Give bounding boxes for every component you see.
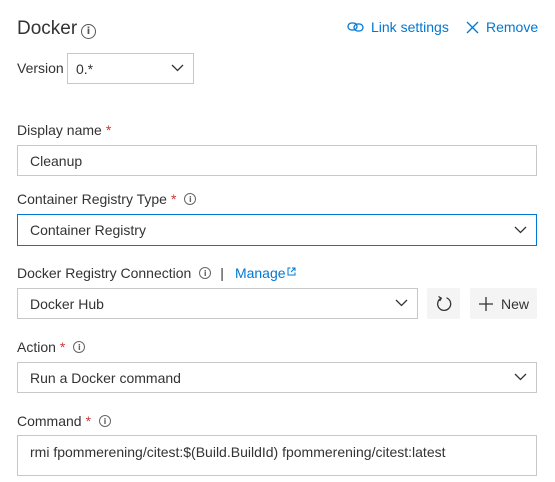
info-icon[interactable]: i xyxy=(199,267,212,279)
link-settings-label: Link settings xyxy=(371,19,449,35)
refresh-icon xyxy=(436,295,451,311)
display-name-input[interactable]: Cleanup xyxy=(17,145,537,176)
registry-connection-label-text: Docker Registry Connection xyxy=(17,265,192,281)
new-connection-button[interactable]: New xyxy=(470,288,537,319)
display-name-value: Cleanup xyxy=(30,152,83,169)
remove-button[interactable]: Remove xyxy=(466,19,538,35)
display-name-label: Display name * xyxy=(17,122,111,138)
manage-link-label: Manage xyxy=(234,265,286,281)
action-select[interactable]: Run a Docker command xyxy=(17,362,537,393)
version-value: 0.* xyxy=(76,60,94,77)
command-label-text: Command xyxy=(17,413,82,429)
manage-link[interactable]: Manage xyxy=(235,265,296,281)
required-marker: * xyxy=(59,339,66,355)
page-title: Docker xyxy=(17,18,78,39)
link-icon xyxy=(347,22,364,32)
command-label: Command * i xyxy=(17,413,112,429)
plus-icon xyxy=(478,296,493,311)
info-icon[interactable]: i xyxy=(81,24,96,39)
registry-type-label-text: Container Registry Type xyxy=(17,191,167,207)
info-icon[interactable]: i xyxy=(184,193,197,205)
chevron-down-icon xyxy=(171,64,184,72)
external-link-icon xyxy=(287,267,296,276)
info-icon[interactable]: i xyxy=(99,415,112,427)
separator: | xyxy=(220,265,224,281)
chevron-down-icon xyxy=(514,226,527,234)
registry-connection-select[interactable]: Docker Hub xyxy=(17,288,418,319)
command-value: rmi fpommerening/citest:$(Build.BuildId)… xyxy=(30,444,446,460)
refresh-button[interactable] xyxy=(427,288,460,319)
required-marker: * xyxy=(105,122,112,138)
version-label: Version xyxy=(17,60,64,76)
registry-type-label: Container Registry Type * i xyxy=(17,191,197,207)
link-settings-button[interactable]: Link settings xyxy=(347,19,449,35)
required-marker: * xyxy=(170,191,177,207)
version-select[interactable]: 0.* xyxy=(67,53,194,84)
required-marker: * xyxy=(85,413,92,429)
registry-connection-value: Docker Hub xyxy=(30,295,104,312)
registry-type-select[interactable]: Container Registry xyxy=(17,214,537,246)
action-value: Run a Docker command xyxy=(30,369,181,386)
new-connection-label: New xyxy=(500,295,529,312)
close-icon xyxy=(466,21,479,33)
chevron-down-icon xyxy=(395,299,408,307)
action-label: Action * i xyxy=(17,339,86,355)
display-name-label-text: Display name xyxy=(17,122,102,138)
action-label-text: Action xyxy=(17,339,56,355)
registry-connection-label: Docker Registry Connection i | Manage xyxy=(17,265,296,281)
chevron-down-icon xyxy=(514,373,527,381)
command-textarea[interactable]: rmi fpommerening/citest:$(Build.BuildId)… xyxy=(17,435,537,476)
remove-label: Remove xyxy=(486,19,539,35)
info-icon[interactable]: i xyxy=(73,341,86,353)
registry-type-value: Container Registry xyxy=(30,222,146,238)
